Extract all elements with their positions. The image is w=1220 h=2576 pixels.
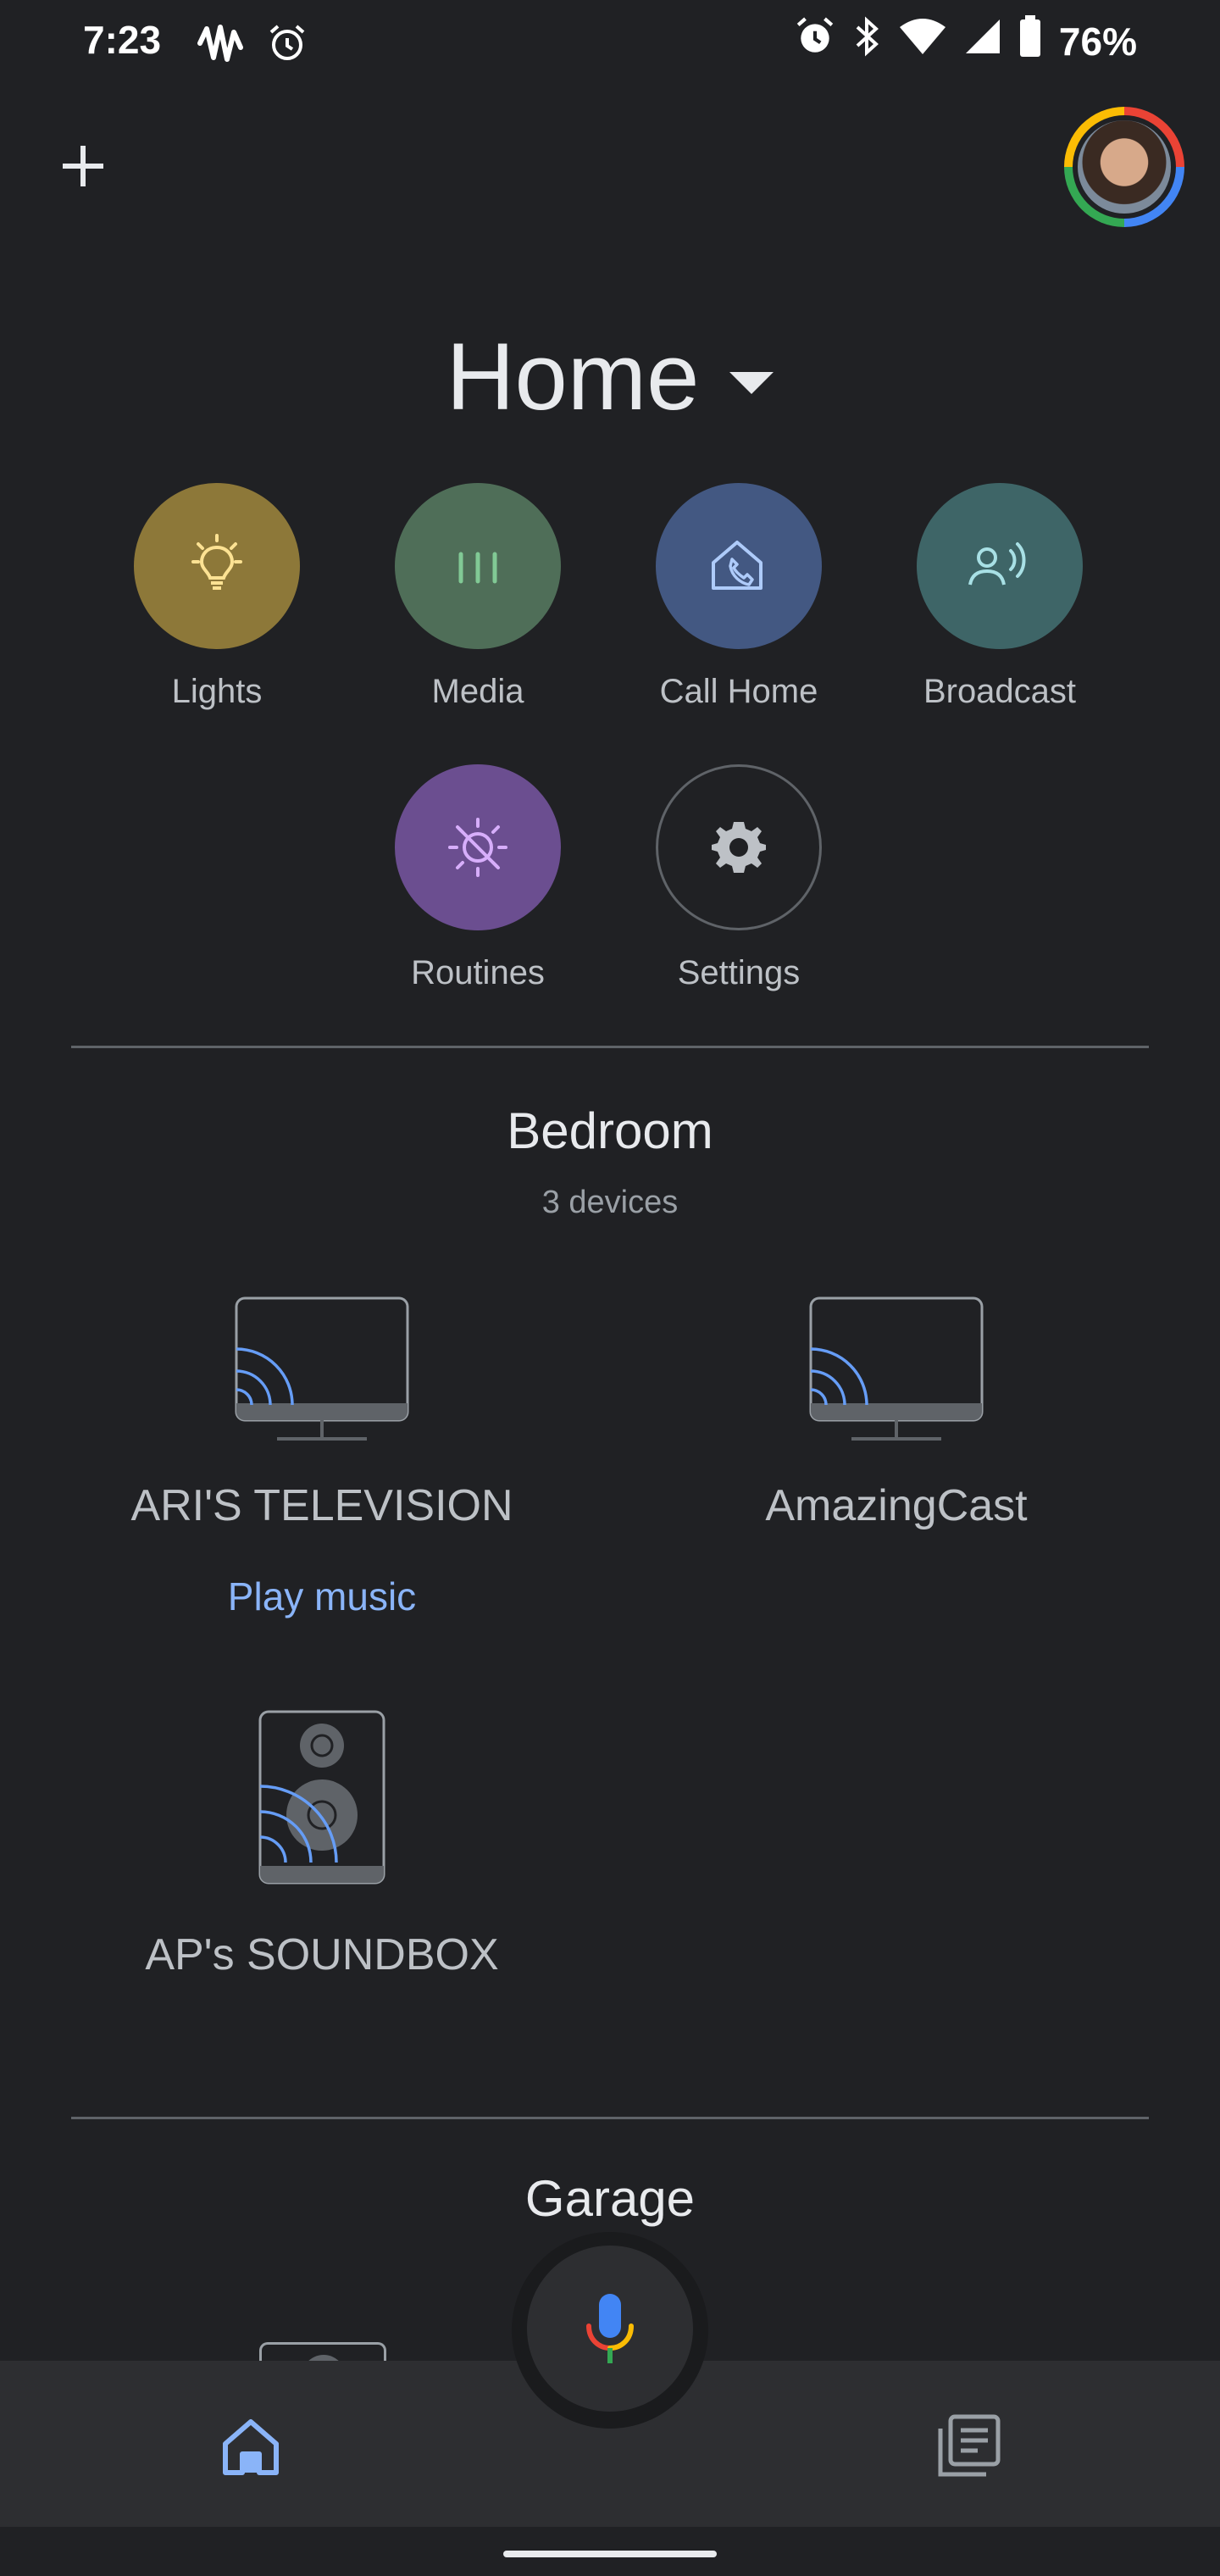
shortcut-broadcast[interactable]: Broadcast xyxy=(898,483,1101,711)
page-title: Home xyxy=(446,324,700,430)
home-icon xyxy=(223,2419,279,2475)
device-name: AmazingCast xyxy=(765,1481,1028,1530)
status-right-cluster: 76% xyxy=(795,15,1137,67)
status-time: 7:23 xyxy=(83,18,162,62)
shortcut-lights[interactable]: Lights xyxy=(115,483,319,711)
device-name: ARI'S TELEVISION xyxy=(130,1481,513,1530)
assistant-mic-button[interactable] xyxy=(527,2246,693,2412)
media-bars-icon xyxy=(395,483,561,649)
routines-icon xyxy=(395,764,561,930)
speaker-icon xyxy=(258,1710,385,1885)
room-title: Bedroom xyxy=(507,1102,713,1159)
device-amazingcast[interactable]: AmazingCast xyxy=(659,1296,1134,1531)
signal-icon xyxy=(964,18,1001,64)
home-selector[interactable]: Home xyxy=(0,322,1220,431)
room-device-count: 3 devices xyxy=(541,1185,679,1220)
battery-icon xyxy=(1018,15,1042,67)
device-aris-television[interactable]: ARI'S TELEVISION Play music xyxy=(85,1296,559,1619)
avatar-photo xyxy=(1078,120,1171,214)
bluetooth-icon xyxy=(852,15,881,67)
device-name: AP's SOUNDBOX xyxy=(145,1930,499,1979)
gesture-handle[interactable] xyxy=(503,2551,717,2557)
broadcast-icon xyxy=(917,483,1083,649)
waveform-icon xyxy=(197,22,247,69)
shortcut-label: Lights xyxy=(171,673,263,710)
shortcut-media[interactable]: Media xyxy=(376,483,580,711)
shortcut-label: Routines xyxy=(411,954,545,991)
device-aps-soundbox[interactable]: AP's SOUNDBOX xyxy=(85,1710,559,1980)
speaker-icon xyxy=(259,2342,386,2361)
play-music-link[interactable]: Play music xyxy=(85,1574,559,1619)
cast-tv-icon xyxy=(235,1296,409,1441)
add-button[interactable] xyxy=(53,136,114,197)
gear-icon xyxy=(656,764,822,930)
shortcut-settings[interactable]: Settings xyxy=(637,764,840,992)
shortcut-call-home[interactable]: Call Home xyxy=(637,483,840,711)
feed-icon xyxy=(938,2414,1001,2477)
shortcut-label: Settings xyxy=(677,954,801,991)
divider xyxy=(71,1046,1149,1048)
avatar[interactable] xyxy=(1064,107,1184,227)
caret-down-icon xyxy=(729,371,774,394)
lightbulb-icon xyxy=(134,483,300,649)
nav-feed-button[interactable] xyxy=(935,2413,1001,2479)
alarm-icon xyxy=(268,24,307,67)
wifi-icon xyxy=(898,17,947,65)
room-title: Garage xyxy=(524,2170,696,2227)
shortcut-label: Broadcast xyxy=(923,673,1077,710)
shortcut-routines[interactable]: Routines xyxy=(376,764,580,992)
divider xyxy=(71,2117,1149,2119)
shortcut-label: Media xyxy=(431,673,524,710)
alarm-icon xyxy=(795,16,835,66)
call-home-icon xyxy=(656,483,822,649)
cast-tv-icon xyxy=(809,1296,984,1441)
microphone-icon xyxy=(586,2294,634,2363)
nav-home-button[interactable] xyxy=(219,2415,283,2479)
shortcut-label: Call Home xyxy=(659,673,818,710)
plus-icon xyxy=(63,146,103,186)
battery-percent: 76% xyxy=(1058,19,1137,64)
